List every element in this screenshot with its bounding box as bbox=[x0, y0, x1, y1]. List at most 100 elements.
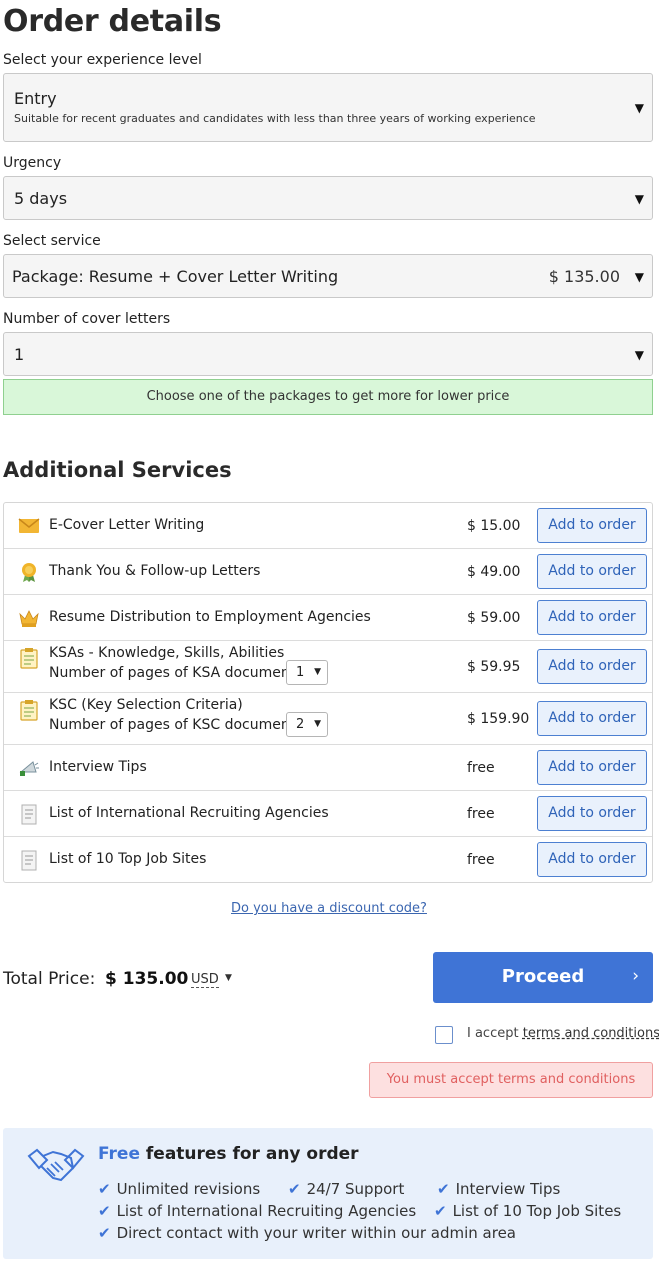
accept-terms-label: I accept terms and conditions bbox=[467, 1026, 659, 1041]
discount-code-link[interactable]: Do you have a discount code? bbox=[231, 901, 427, 916]
service-row-interview-tips: Interview Tips free Add to order bbox=[4, 745, 652, 791]
service-price: free bbox=[467, 852, 495, 868]
experience-label: Select your experience level bbox=[3, 52, 202, 68]
service-price: $ 49.00 bbox=[467, 564, 521, 580]
chevron-right-icon: › bbox=[632, 966, 639, 986]
feature-item: ✔ List of International Recruiting Agenci… bbox=[98, 1202, 416, 1220]
document-icon bbox=[21, 850, 37, 871]
terms-error-message: You must accept terms and conditions bbox=[369, 1062, 653, 1098]
service-row-recruiting-agencies: List of International Recruiting Agencie… bbox=[4, 791, 652, 837]
ksa-pages-select[interactable]: 1 ▼ bbox=[286, 660, 328, 685]
feature-item: ✔ Interview Tips bbox=[437, 1180, 560, 1198]
add-to-order-button[interactable]: Add to order bbox=[537, 796, 647, 831]
document-icon bbox=[21, 804, 37, 825]
checkmark-icon: ✔ bbox=[437, 1180, 450, 1198]
ksc-pages-label: Number of pages of KSC document: bbox=[49, 717, 300, 733]
service-price: free bbox=[467, 806, 495, 822]
add-to-order-button[interactable]: Add to order bbox=[537, 842, 647, 877]
features-free-word: Free bbox=[98, 1144, 140, 1164]
service-row-ksa: KSAs - Knowledge, Skills, Abilities Numb… bbox=[4, 641, 652, 693]
checkmark-icon: ✔ bbox=[434, 1202, 447, 1220]
feature-text: Unlimited revisions bbox=[116, 1180, 261, 1198]
chevron-down-icon: ▼ bbox=[634, 192, 644, 206]
service-name: List of 10 Top Job Sites bbox=[49, 851, 207, 867]
service-row-ksc: KSC (Key Selection Criteria) Number of p… bbox=[4, 693, 652, 745]
megaphone-icon bbox=[19, 761, 39, 776]
proceed-label: Proceed bbox=[501, 966, 585, 987]
cover-letters-label: Number of cover letters bbox=[3, 311, 171, 327]
feature-text: 24/7 Support bbox=[306, 1180, 405, 1198]
add-to-order-button[interactable]: Add to order bbox=[537, 554, 647, 589]
chevron-down-icon: ▼ bbox=[225, 973, 232, 983]
add-to-order-button[interactable]: Add to order bbox=[537, 508, 647, 543]
envelope-icon bbox=[18, 518, 40, 533]
service-name: KSC (Key Selection Criteria) bbox=[49, 697, 243, 713]
clipboard-icon bbox=[20, 700, 38, 721]
checkmark-icon: ✔ bbox=[98, 1202, 111, 1220]
service-price: free bbox=[467, 760, 495, 776]
features-heading-rest: features for any order bbox=[139, 1144, 359, 1164]
service-row-resume-distribution: Resume Distribution to Employment Agenci… bbox=[4, 595, 652, 641]
service-name: E-Cover Letter Writing bbox=[49, 517, 205, 533]
service-row-thank-you-letters: Thank You & Follow-up Letters $ 49.00 Ad… bbox=[4, 549, 652, 595]
service-name: Resume Distribution to Employment Agenci… bbox=[49, 609, 371, 625]
service-price: $ 15.00 bbox=[467, 518, 521, 534]
service-select[interactable]: Package: Resume + Cover Letter Writing $… bbox=[3, 254, 653, 298]
urgency-label: Urgency bbox=[3, 155, 62, 171]
service-price: $ 59.95 bbox=[467, 659, 521, 675]
additional-services-title: Additional Services bbox=[3, 458, 232, 482]
cover-letters-value: 1 bbox=[14, 345, 25, 364]
add-to-order-button[interactable]: Add to order bbox=[537, 600, 647, 635]
add-to-order-button[interactable]: Add to order bbox=[537, 701, 647, 736]
package-promo-banner: Choose one of the packages to get more f… bbox=[3, 379, 653, 415]
ksa-pages-value: 1 bbox=[296, 665, 305, 680]
terms-link[interactable]: terms and conditions bbox=[523, 1026, 659, 1041]
cover-letters-select[interactable]: 1 ▼ bbox=[3, 332, 653, 376]
service-price: $ 159.90 bbox=[467, 711, 530, 727]
experience-select[interactable]: Entry Suitable for recent graduates and … bbox=[3, 73, 653, 142]
add-to-order-button[interactable]: Add to order bbox=[537, 750, 647, 785]
clipboard-icon bbox=[20, 648, 38, 669]
feature-text: Interview Tips bbox=[455, 1180, 561, 1198]
chevron-down-icon: ▼ bbox=[314, 719, 321, 729]
service-value: Package: Resume + Cover Letter Writing bbox=[12, 267, 339, 286]
service-row-e-cover-letter: E-Cover Letter Writing $ 15.00 Add to or… bbox=[4, 503, 652, 549]
service-price: $ 135.00 bbox=[548, 267, 620, 286]
experience-description: Suitable for recent graduates and candid… bbox=[14, 112, 536, 125]
chevron-down-icon: ▼ bbox=[634, 270, 644, 284]
ksa-pages-label: Number of pages of KSA document: bbox=[49, 665, 300, 681]
service-price: $ 59.00 bbox=[467, 610, 521, 626]
feature-item: ✔ 24/7 Support bbox=[288, 1180, 404, 1198]
service-name: Thank You & Follow-up Letters bbox=[49, 563, 261, 579]
free-features-panel: Free features for any order ✔ Unlimited r… bbox=[3, 1128, 653, 1259]
checkmark-icon: ✔ bbox=[288, 1180, 301, 1198]
service-name: Interview Tips bbox=[49, 759, 147, 775]
ksc-pages-select[interactable]: 2 ▼ bbox=[286, 712, 328, 737]
urgency-select[interactable]: 5 days ▼ bbox=[3, 176, 653, 220]
accept-terms-checkbox[interactable] bbox=[435, 1026, 453, 1044]
proceed-button[interactable]: Proceed › bbox=[433, 952, 653, 1003]
add-to-order-button[interactable]: Add to order bbox=[537, 649, 647, 684]
feature-item: ✔ Direct contact with your writer within … bbox=[98, 1224, 516, 1242]
chevron-down-icon: ▼ bbox=[314, 667, 321, 677]
chevron-down-icon: ▼ bbox=[634, 101, 644, 115]
feature-text: List of 10 Top Job Sites bbox=[452, 1202, 622, 1220]
checkmark-icon: ✔ bbox=[98, 1224, 111, 1242]
chevron-down-icon: ▼ bbox=[634, 348, 644, 362]
total-price-label: Total Price: bbox=[3, 969, 96, 989]
features-heading: Free features for any order bbox=[98, 1144, 359, 1164]
page-title: Order details bbox=[3, 4, 222, 39]
service-label: Select service bbox=[3, 233, 101, 249]
feature-item: ✔ Unlimited revisions bbox=[98, 1180, 260, 1198]
checkmark-icon: ✔ bbox=[98, 1180, 111, 1198]
award-icon bbox=[22, 563, 36, 582]
ksc-pages-value: 2 bbox=[296, 717, 305, 732]
service-name: KSAs - Knowledge, Skills, Abilities bbox=[49, 645, 285, 661]
service-row-top-job-sites: List of 10 Top Job Sites free Add to ord… bbox=[4, 837, 652, 883]
accept-prefix: I accept bbox=[467, 1026, 523, 1041]
additional-services-list: E-Cover Letter Writing $ 15.00 Add to or… bbox=[3, 502, 653, 883]
handshake-icon bbox=[27, 1148, 85, 1182]
service-name: List of International Recruiting Agencie… bbox=[49, 805, 329, 821]
currency-select[interactable]: USD bbox=[191, 972, 219, 988]
feature-item: ✔ List of 10 Top Job Sites bbox=[434, 1202, 621, 1220]
